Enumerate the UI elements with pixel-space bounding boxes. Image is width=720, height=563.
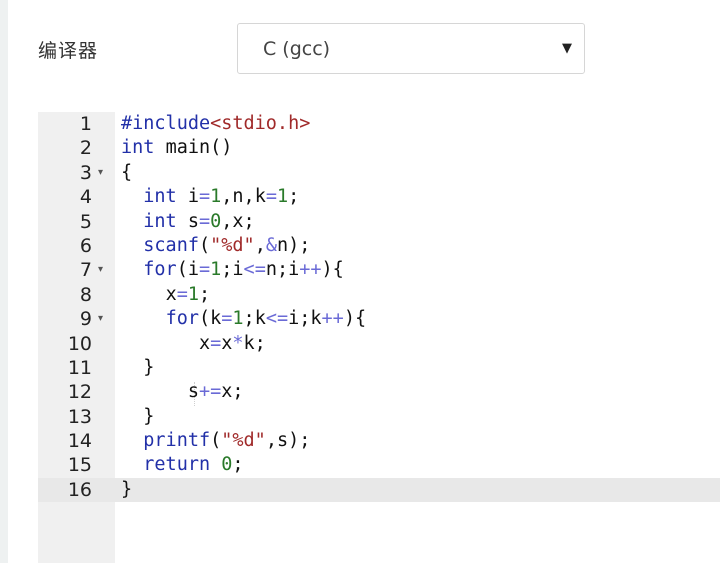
line-number: 4	[79, 186, 92, 209]
fold-toggle-icon[interactable]: ▾	[98, 161, 103, 185]
code-line[interactable]: 10 x=x*k;	[38, 332, 720, 356]
code-text: s+=x;	[187, 381, 244, 403]
line-number: 14	[67, 430, 92, 453]
code-text: x=x*k;	[198, 332, 266, 354]
code-line[interactable]: 5 int s=0,x;	[38, 210, 720, 234]
code-text: }	[121, 478, 133, 500]
code-line[interactable]: 8 x=1;	[38, 283, 720, 307]
code-text: int i=1,n,k=1;	[143, 186, 300, 208]
code-text: #include<stdio.h>	[121, 113, 311, 134]
code-line[interactable]: 13 }	[38, 405, 720, 429]
line-number: 1	[79, 113, 92, 135]
code-text: }	[121, 356, 155, 378]
line-number: 8	[79, 283, 92, 306]
fold-toggle-icon[interactable]: ▾	[98, 307, 103, 331]
line-number: 3	[79, 161, 92, 184]
code-line[interactable]: 2 int main()	[38, 136, 720, 160]
code-line[interactable]: 16}	[38, 478, 720, 502]
code-line[interactable]: 3 ▾ {	[38, 161, 720, 185]
code-line[interactable]: 1 #include<stdio.h>	[38, 112, 720, 136]
line-number: 5	[79, 210, 92, 233]
code-lines: 1 #include<stdio.h> 2 int main() 3 ▾ {4 int i=…	[38, 112, 720, 502]
code-line[interactable]: 6 scanf("%d",&n);	[38, 234, 720, 258]
code-line[interactable]: 7 ▾ for(i=1;i<=n;i++){	[38, 258, 720, 282]
line-number: 11	[67, 356, 92, 379]
code-line[interactable]: 11 }	[38, 356, 720, 380]
line-number: 6	[79, 234, 92, 257]
line-number: 15	[67, 454, 92, 477]
code-text: for(i=1;i<=n;i++){	[143, 259, 344, 281]
chevron-down-icon: ▼	[562, 41, 572, 56]
code-text: printf("%d",s);	[143, 430, 311, 452]
code-line[interactable]: 9 ▾ for(k=1;k<=i;k++){	[38, 307, 720, 331]
fold-toggle-icon[interactable]: ▾	[98, 258, 103, 282]
line-number: 13	[67, 405, 92, 428]
line-number: 10	[67, 332, 92, 355]
code-line[interactable]: 15 return 0;	[38, 453, 720, 477]
compiler-label: 编译器	[38, 40, 99, 62]
left-edge-strip	[0, 0, 8, 563]
code-editor[interactable]: 1 #include<stdio.h> 2 int main() 3 ▾ {4 int i=…	[38, 112, 720, 563]
code-text: return 0;	[143, 454, 244, 476]
line-number: 2	[79, 137, 92, 160]
line-number: 12	[67, 381, 92, 404]
code-line[interactable]: 14 printf("%d",s);	[38, 429, 720, 453]
code-text: int main()	[121, 137, 233, 159]
code-text: scanf("%d",&n);	[143, 234, 311, 256]
code-runner-page: 编译器 C (gcc) ▼ 1 #include<stdio.h> 2 int mai…	[0, 0, 720, 563]
code-text: }	[121, 405, 155, 427]
compiler-select[interactable]: C (gcc) ▼	[237, 23, 585, 74]
code-text: x=1;	[165, 283, 211, 305]
line-number: 9	[79, 308, 92, 331]
code-text: int s=0,x;	[143, 210, 255, 232]
line-number: 7	[79, 259, 92, 282]
line-number: 16	[67, 478, 92, 501]
code-text: for(k=1;k<=i;k++){	[165, 308, 367, 330]
compiler-selected-value: C (gcc)	[263, 38, 331, 60]
code-text: {	[121, 161, 133, 183]
code-line[interactable]: 12 s+=x;	[38, 380, 720, 404]
code-line[interactable]: 4 int i=1,n,k=1;	[38, 185, 720, 209]
